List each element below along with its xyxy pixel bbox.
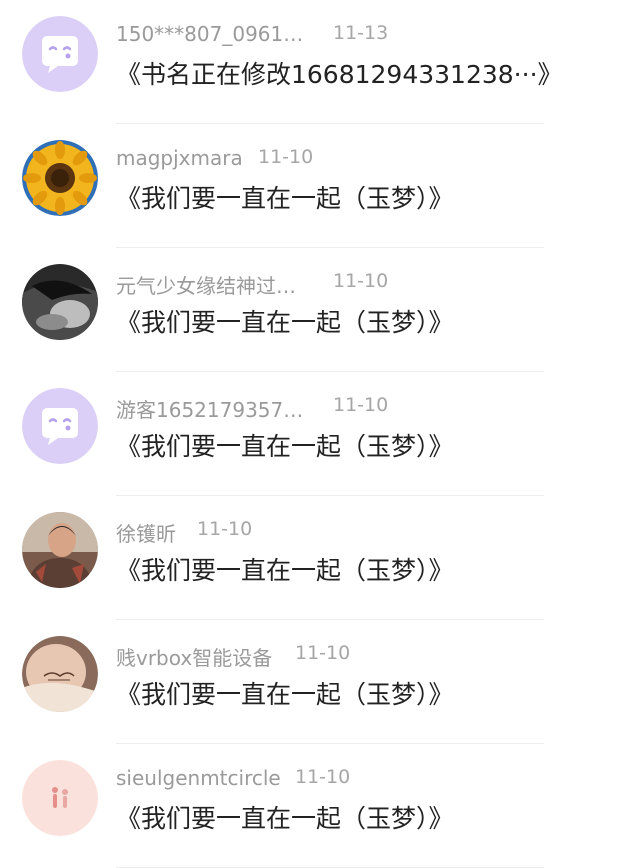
timestamp: 11-10 xyxy=(295,766,351,788)
timestamp: 11-13 xyxy=(333,22,389,44)
list-item[interactable]: 元气少女缘结神过… 11-10 《我们要一直在一起（玉梦）》 xyxy=(0,248,640,372)
chat-bubble-icon xyxy=(22,16,98,92)
book-title[interactable]: 《我们要一直在一起（玉梦）》 xyxy=(116,551,454,587)
avatar[interactable] xyxy=(22,16,98,92)
man-portrait-photo xyxy=(22,512,98,588)
book-title[interactable]: 《我们要一直在一起（玉梦）》 xyxy=(116,799,454,835)
user-name[interactable]: magpjxmara xyxy=(116,146,243,170)
timestamp: 11-10 xyxy=(333,270,389,292)
chat-bubble-icon xyxy=(22,388,98,464)
timestamp: 11-10 xyxy=(258,146,314,168)
list-item[interactable]: magpjxmara 11-10 《我们要一直在一起（玉梦）》 xyxy=(0,124,640,248)
user-name[interactable]: 150***807_0961… xyxy=(116,22,303,46)
book-title[interactable]: 《我们要一直在一起（玉梦）》 xyxy=(116,675,454,711)
book-title[interactable]: 《我们要一直在一起（玉梦）》 xyxy=(116,427,454,463)
message-list: 150***807_0961… 11-13 《书名正在修改16681294331… xyxy=(0,0,640,868)
list-item[interactable]: 游客1652179357… 11-10 《我们要一直在一起（玉梦）》 xyxy=(0,372,640,496)
user-name[interactable]: 元气少女缘结神过… xyxy=(116,270,296,299)
bw-portrait-photo xyxy=(22,264,98,340)
avatar[interactable] xyxy=(22,512,98,588)
timestamp: 11-10 xyxy=(197,518,253,540)
sunflower-photo xyxy=(22,140,98,216)
pink-couple-illustration xyxy=(22,760,98,836)
user-name[interactable]: 徐镬昕 xyxy=(116,518,176,547)
list-item[interactable]: sieulgenmtcircle 11-10 《我们要一直在一起（玉梦）》 xyxy=(0,744,640,868)
book-title[interactable]: 《我们要一直在一起（玉梦）》 xyxy=(116,179,454,215)
user-name[interactable]: 游客1652179357… xyxy=(116,394,303,423)
book-title[interactable]: 《书名正在修改16681294331238···》 xyxy=(116,55,563,91)
avatar[interactable] xyxy=(22,264,98,340)
avatar[interactable] xyxy=(22,140,98,216)
tattoo-shoulder-photo xyxy=(22,636,98,712)
list-item[interactable]: 徐镬昕 11-10 《我们要一直在一起（玉梦）》 xyxy=(0,496,640,620)
list-item[interactable]: 150***807_0961… 11-13 《书名正在修改16681294331… xyxy=(0,0,640,124)
user-name[interactable]: 贱vrbox智能设备 xyxy=(116,642,272,671)
avatar[interactable] xyxy=(22,388,98,464)
avatar[interactable] xyxy=(22,760,98,836)
timestamp: 11-10 xyxy=(333,394,389,416)
book-title[interactable]: 《我们要一直在一起（玉梦）》 xyxy=(116,303,454,339)
list-item[interactable]: 贱vrbox智能设备 11-10 《我们要一直在一起（玉梦）》 xyxy=(0,620,640,744)
user-name[interactable]: sieulgenmtcircle xyxy=(116,766,281,790)
timestamp: 11-10 xyxy=(295,642,351,664)
avatar[interactable] xyxy=(22,636,98,712)
